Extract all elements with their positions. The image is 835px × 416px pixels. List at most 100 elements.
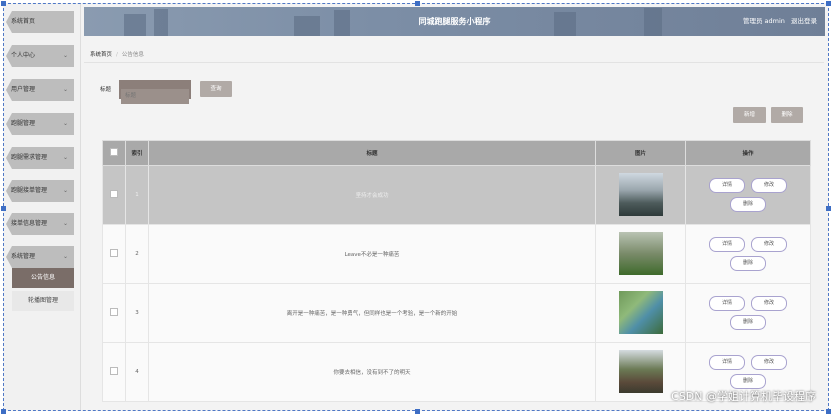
table-row[interactable]: 1 坚持才会成功 详情 修改 删除 <box>102 165 811 225</box>
watermark: CSDN @学姐计算机毕设程序 <box>671 390 816 403</box>
app-title: 同城跑腿服务小程序 <box>418 17 491 26</box>
column-header-actions: 操作 <box>685 140 811 166</box>
resize-handle[interactable] <box>826 1 831 6</box>
announcement-table: 索引 标题 图片 操作 1 坚持才会成功 详情 修改 删除 2 Leave不必是一… <box>102 140 811 402</box>
row-checkbox-cell <box>102 165 126 225</box>
chevron-down-icon: ⌄ <box>62 154 68 161</box>
column-header-title: 标题 <box>148 140 596 166</box>
row-title: Leave不必是一种痛苦 <box>148 224 596 284</box>
sidebar-item-errand-orders[interactable]: 跑腿接单管理 ⌄ <box>6 180 74 202</box>
row-checkbox-cell <box>102 224 126 284</box>
resize-handle[interactable] <box>826 206 831 211</box>
detail-button[interactable]: 详情 <box>709 355 745 370</box>
sidebar-item-label: 系统管理 <box>11 253 36 260</box>
sidebar-item-order-info[interactable]: 接单信息管理 ⌄ <box>6 213 74 235</box>
row-checkbox[interactable] <box>110 367 118 375</box>
resize-handle[interactable] <box>415 409 420 414</box>
row-image-cell <box>595 283 686 343</box>
row-title: 坚持才会成功 <box>148 165 596 225</box>
sidebar-item-profile[interactable]: 个人中心 ⌄ <box>6 45 74 67</box>
edit-button[interactable]: 修改 <box>751 237 787 252</box>
user-area: 管理员 admin 退出登录 <box>739 7 817 36</box>
row-image-cell <box>595 224 686 284</box>
chevron-down-icon: ⌄ <box>62 120 68 127</box>
divider <box>84 62 824 63</box>
table-row[interactable]: 3 离开是一种痛苦，是一种勇气，但同样也是一个考验，是一个新的开始 详情 修改 删… <box>102 283 811 343</box>
row-actions: 详情 修改 删除 <box>685 165 811 225</box>
thumbnail-image <box>618 290 663 334</box>
user-label: 管理员 admin <box>742 17 785 25</box>
sidebar-item-label: 系统首页 <box>11 18 36 25</box>
sidebar-item-label: 跑腿需求管理 <box>11 154 48 161</box>
row-index: 3 <box>125 283 149 343</box>
delete-button[interactable]: 删除 <box>771 107 803 123</box>
logout-link[interactable]: 退出登录 <box>791 17 817 25</box>
row-checkbox-cell <box>102 283 126 343</box>
table-header-row: 索引 标题 图片 操作 <box>102 140 811 166</box>
sidebar-subitem-carousel[interactable]: 轮播图管理 <box>12 291 74 311</box>
row-delete-button[interactable]: 删除 <box>730 315 766 330</box>
thumbnail-image <box>618 172 663 216</box>
breadcrumb-current: 公告信息 <box>121 52 144 58</box>
sidebar-item-errand[interactable]: 跑腿管理 ⌄ <box>6 113 74 135</box>
row-index: 2 <box>125 224 149 284</box>
sidebar-item-users[interactable]: 用户管理 ⌄ <box>6 79 74 101</box>
row-checkbox-cell <box>102 342 126 402</box>
row-delete-button[interactable]: 删除 <box>730 374 766 389</box>
edit-button[interactable]: 修改 <box>751 355 787 370</box>
select-all-cell <box>102 140 126 166</box>
breadcrumb-home[interactable]: 系统首页 <box>90 52 112 58</box>
resize-handle[interactable] <box>826 409 831 414</box>
sidebar-item-errand-requests[interactable]: 跑腿需求管理 ⌄ <box>6 147 74 169</box>
row-delete-button[interactable]: 删除 <box>730 197 766 212</box>
search-label: 标题 <box>100 87 112 93</box>
resize-handle[interactable] <box>1 206 6 211</box>
chevron-down-icon: ⌄ <box>62 187 68 194</box>
header-bar: 同城跑腿服务小程序 管理员 admin 退出登录 <box>84 7 825 36</box>
column-header-index: 索引 <box>125 140 149 166</box>
chevron-down-icon: ⌄ <box>62 220 68 227</box>
row-checkbox[interactable] <box>110 190 118 198</box>
search-button[interactable]: 查询 <box>200 81 232 97</box>
row-title: 你要去相信，没有到不了的明天 <box>148 342 596 402</box>
row-checkbox[interactable] <box>110 249 118 257</box>
sidebar-subitem-announcements[interactable]: 公告信息 <box>12 268 74 288</box>
chevron-down-icon: ⌄ <box>62 253 68 260</box>
search-field-wrapper <box>119 80 191 104</box>
column-header-image: 图片 <box>595 140 686 166</box>
breadcrumb: 系统首页 / 公告信息 <box>90 50 144 58</box>
select-all-checkbox[interactable] <box>110 148 118 156</box>
chevron-down-icon: ⌄ <box>62 86 68 93</box>
sidebar-item-label: 个人中心 <box>11 52 36 59</box>
edit-button[interactable]: 修改 <box>751 296 787 311</box>
edit-button[interactable]: 修改 <box>751 178 787 193</box>
sidebar: 系统首页 个人中心 ⌄ 用户管理 ⌄ 跑腿管理 ⌄ 跑腿需求管理 ⌄ 跑腿接单管理 ⌄ 接… <box>4 4 81 410</box>
row-image-cell <box>595 165 686 225</box>
detail-button[interactable]: 详情 <box>709 237 745 252</box>
app-frame: 系统首页 个人中心 ⌄ 用户管理 ⌄ 跑腿管理 ⌄ 跑腿需求管理 ⌄ 跑腿接单管理 ⌄ 接… <box>3 3 829 411</box>
add-button[interactable]: 新增 <box>733 107 766 123</box>
sidebar-item-label: 跑腿接单管理 <box>11 187 48 194</box>
sidebar-item-label: 跑腿管理 <box>11 120 36 127</box>
breadcrumb-separator: / <box>116 52 118 58</box>
row-title: 离开是一种痛苦，是一种勇气，但同样也是一个考验，是一个新的开始 <box>148 283 596 343</box>
sidebar-item-label: 接单信息管理 <box>11 220 48 227</box>
chevron-down-icon: ⌄ <box>62 52 68 59</box>
row-actions: 详情 修改 删除 <box>685 224 811 284</box>
row-index: 1 <box>125 165 149 225</box>
resize-handle[interactable] <box>1 1 6 6</box>
table-row[interactable]: 2 Leave不必是一种痛苦 详情 修改 删除 <box>102 224 811 284</box>
thumbnail-image <box>618 349 663 393</box>
row-index: 4 <box>125 342 149 402</box>
sidebar-item-label: 用户管理 <box>11 86 36 93</box>
row-checkbox[interactable] <box>110 308 118 316</box>
detail-button[interactable]: 详情 <box>709 296 745 311</box>
detail-button[interactable]: 详情 <box>709 178 745 193</box>
search-input[interactable] <box>121 88 189 104</box>
sidebar-item-system[interactable]: 系统管理 ⌄ <box>6 246 74 268</box>
resize-handle[interactable] <box>415 1 420 6</box>
row-delete-button[interactable]: 删除 <box>730 256 766 271</box>
sidebar-item-home[interactable]: 系统首页 <box>6 11 74 33</box>
row-actions: 详情 修改 删除 <box>685 283 811 343</box>
resize-handle[interactable] <box>1 409 6 414</box>
